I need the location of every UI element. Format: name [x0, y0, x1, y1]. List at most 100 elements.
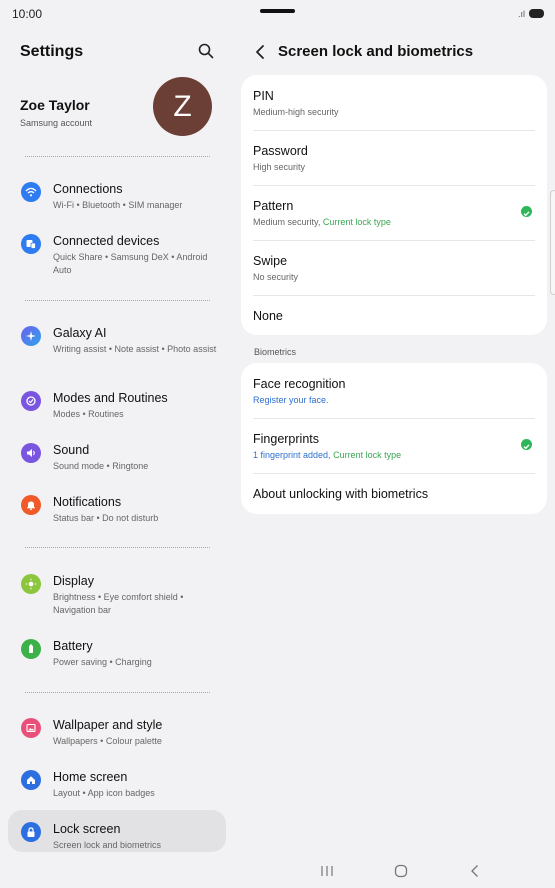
- recents-icon[interactable]: [319, 863, 335, 879]
- display-icon: [21, 574, 41, 594]
- divider: [25, 692, 210, 693]
- option-title: PIN: [253, 89, 274, 103]
- current-lock-label: Current lock type: [333, 450, 402, 460]
- back-arrow-icon[interactable]: [254, 44, 266, 60]
- divider: [253, 240, 535, 241]
- item-label: Modes and Routines: [53, 391, 168, 405]
- settings-item-connected-devices[interactable]: Connected devices Quick Share • Samsung …: [8, 234, 226, 278]
- divider: [25, 300, 210, 301]
- biometrics-section-label: Biometrics: [254, 347, 297, 357]
- wifi-icon: [21, 182, 41, 202]
- bell-icon: [21, 495, 41, 515]
- scrollbar-handle[interactable]: [550, 190, 555, 295]
- option-sub-text: 1 fingerprint added,: [253, 450, 334, 460]
- status-time: 10:00: [12, 7, 43, 21]
- item-sub: Status bar • Do not disturb: [53, 513, 159, 523]
- search-icon[interactable]: [198, 43, 214, 59]
- wallpaper-icon: [21, 718, 41, 738]
- home-nav-icon[interactable]: [393, 863, 409, 879]
- biometrics-card: Face recognition Register your face. Fin…: [241, 363, 547, 514]
- settings-item-lock-screen[interactable]: Lock screen Screen lock and biometrics: [8, 810, 226, 852]
- lock-option-pin[interactable]: PIN Medium-high security: [253, 89, 535, 129]
- item-sub: Quick Share • Samsung DeX • Android Auto: [53, 252, 208, 275]
- biometric-option-about[interactable]: About unlocking with biometrics: [253, 487, 535, 507]
- biometric-option-face[interactable]: Face recognition Register your face.: [253, 377, 535, 417]
- item-sub: Sound mode • Ringtone: [53, 461, 149, 471]
- item-label: Display: [53, 574, 94, 588]
- settings-item-battery[interactable]: Battery Power saving • Charging: [8, 639, 226, 683]
- camera-pill: [260, 9, 295, 13]
- item-sub: Wallpapers • Colour palette: [53, 736, 162, 746]
- divider: [253, 185, 535, 186]
- option-sub: 1 fingerprint added, Current lock type: [253, 450, 401, 460]
- item-label: Notifications: [53, 495, 122, 509]
- profile-name[interactable]: Zoe Taylor: [20, 97, 90, 113]
- option-sub-text: Medium security,: [253, 217, 323, 227]
- settings-item-galaxy-ai[interactable]: Galaxy AI Writing assist • Note assist •…: [8, 326, 226, 370]
- lock-option-none[interactable]: None: [253, 309, 535, 329]
- divider: [253, 418, 535, 419]
- settings-item-notifications[interactable]: Notifications Status bar • Do not distur…: [8, 495, 226, 539]
- divider: [25, 156, 210, 157]
- current-lock-label: Current lock type: [322, 217, 391, 227]
- option-title: Face recognition: [253, 377, 346, 391]
- option-sub: Medium-high security: [253, 107, 339, 117]
- option-sub: No security: [253, 272, 299, 282]
- settings-item-home-screen[interactable]: Home screen Layout • App icon badges: [8, 770, 226, 814]
- check-icon: [521, 206, 532, 217]
- settings-item-sound[interactable]: Sound Sound mode • Ringtone: [8, 443, 226, 487]
- lock-option-password[interactable]: Password High security: [253, 144, 535, 184]
- option-title: About unlocking with biometrics: [253, 487, 429, 501]
- option-title: None: [253, 309, 283, 323]
- item-label: Wallpaper and style: [53, 718, 163, 732]
- divider: [253, 473, 535, 474]
- back-nav-icon[interactable]: [467, 863, 483, 879]
- biometric-option-fingerprints[interactable]: Fingerprints 1 fingerprint added, Curren…: [253, 432, 535, 472]
- divider: [253, 130, 535, 131]
- lock-type-card: PIN Medium-high security Password High s…: [241, 75, 547, 335]
- divider: [253, 295, 535, 296]
- navigation-bar: [0, 858, 555, 888]
- item-sub: Wi-Fi • Bluetooth • SIM manager: [53, 200, 183, 210]
- galaxy-ai-icon: [21, 326, 41, 346]
- divider: [25, 547, 210, 548]
- item-label: Lock screen: [53, 822, 121, 836]
- item-sub: Screen lock and biometrics: [53, 840, 162, 850]
- sound-icon: [21, 443, 41, 463]
- settings-item-display[interactable]: Display Brightness • Eye comfort shield …: [8, 574, 226, 618]
- item-label: Sound: [53, 443, 90, 457]
- item-label: Home screen: [53, 770, 128, 784]
- avatar[interactable]: Z: [153, 77, 212, 136]
- signal-icon: .ıl: [517, 9, 525, 19]
- status-bar: 10:00 .ıl: [0, 0, 555, 28]
- option-sub: High security: [253, 162, 306, 172]
- item-sub: Layout • App icon badges: [53, 788, 155, 798]
- item-label: Connections: [53, 182, 123, 196]
- item-sub: Writing assist • Note assist • Photo ass…: [53, 344, 217, 354]
- profile-sub: Samsung account: [20, 118, 93, 128]
- lock-option-swipe[interactable]: Swipe No security: [253, 254, 535, 294]
- detail-title: Screen lock and biometrics: [278, 43, 474, 60]
- settings-item-connections[interactable]: Connections Wi-Fi • Bluetooth • SIM mana…: [8, 182, 226, 226]
- battery-status-icon: [529, 9, 544, 18]
- battery-icon: [21, 639, 41, 659]
- option-title: Fingerprints: [253, 432, 319, 446]
- check-icon: [521, 439, 532, 450]
- lock-icon: [21, 822, 41, 842]
- settings-item-modes-and-routines[interactable]: Modes and Routines Modes • Routines: [8, 391, 226, 435]
- settings-item-wallpaper-and-style[interactable]: Wallpaper and style Wallpapers • Colour …: [8, 718, 226, 762]
- lock-option-pattern[interactable]: Pattern Medium security, Current lock ty…: [253, 199, 535, 239]
- option-title: Password: [253, 144, 308, 158]
- option-sub: Register your face.: [253, 395, 329, 405]
- item-sub: Modes • Routines: [53, 409, 124, 419]
- item-label: Connected devices: [53, 234, 160, 248]
- item-label: Battery: [53, 639, 93, 653]
- settings-panel: Settings Zoe Taylor Samsung account Z Co…: [0, 28, 232, 858]
- option-title: Swipe: [253, 254, 288, 268]
- devices-icon: [21, 234, 41, 254]
- item-sub: Power saving • Charging: [53, 657, 152, 667]
- option-title: Pattern: [253, 199, 294, 213]
- modes-icon: [21, 391, 41, 411]
- home-icon: [21, 770, 41, 790]
- item-sub: Brightness • Eye comfort shield • Naviga…: [53, 592, 184, 615]
